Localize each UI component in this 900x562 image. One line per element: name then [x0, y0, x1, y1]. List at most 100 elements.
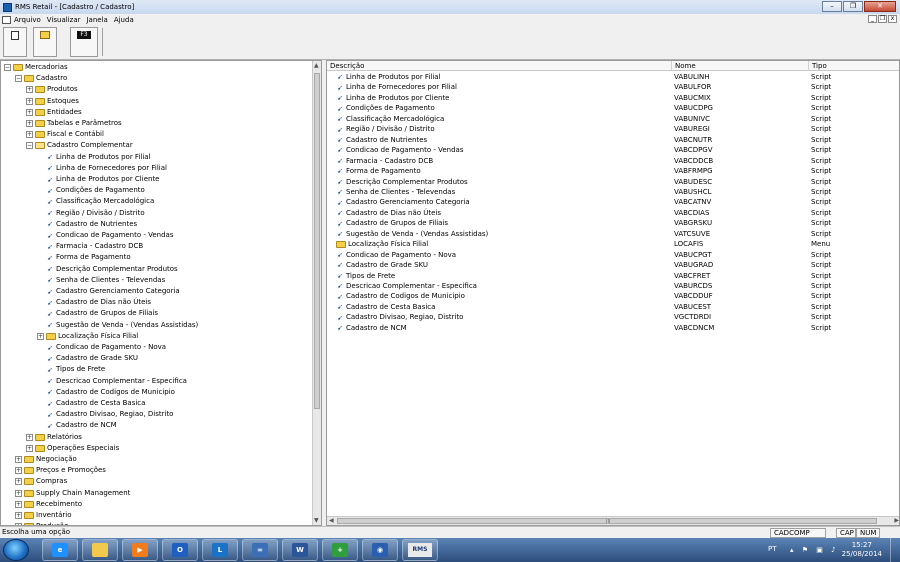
tree-node[interactable]: + Estoques	[26, 96, 79, 107]
scroll-right-icon[interactable]: ▶	[894, 517, 899, 524]
mdi-restore-button[interactable]: ❐	[878, 15, 887, 23]
taskbar-button[interactable]: W	[282, 539, 318, 561]
expander-icon[interactable]: −	[15, 75, 22, 83]
tree-node[interactable]: Cadastro de Grupos de Filiais	[37, 308, 158, 319]
list-item[interactable]: Cadastro de Grade SKU VABUGRAD Script	[327, 260, 899, 271]
tree-node[interactable]: + Localização Física Filial	[37, 331, 138, 342]
tree-node[interactable]: Cadastro Divisao, Regiao, Distrito	[37, 409, 173, 420]
column-nome[interactable]: Nome	[672, 61, 809, 71]
taskbar-button[interactable]: O	[162, 539, 198, 561]
column-tipo[interactable]: Tipo	[809, 61, 899, 71]
mdi-minimize-button[interactable]: _	[868, 15, 877, 23]
tree-node[interactable]: − Mercadorias	[4, 62, 68, 73]
tree-node[interactable]: Cadastro de Dias não Úteis	[37, 297, 151, 308]
taskbar-button[interactable]: ∞	[242, 539, 278, 561]
tree-node[interactable]: Farmacia - Cadastro DCB	[37, 241, 143, 252]
tree-vertical-scrollbar[interactable]: ▲ ▼	[312, 61, 321, 525]
tree-node[interactable]: + Produtos	[26, 84, 78, 95]
expander-icon[interactable]: +	[26, 444, 33, 452]
list-item[interactable]: Linha de Produtos por Cliente VABUCMIX Scr…	[327, 93, 899, 104]
expander-icon[interactable]: +	[15, 500, 22, 508]
items-list-view[interactable]: Descrição Nome Tipo Linha de Produtos po…	[326, 60, 900, 526]
tree-node[interactable]: Cadastro de Codigos de Municipio	[37, 387, 175, 398]
expander-icon[interactable]: +	[15, 456, 22, 463]
scroll-up-icon[interactable]: ▲	[314, 62, 319, 69]
document-menu-icon[interactable]	[2, 15, 11, 24]
taskbar-button[interactable]: ▶	[122, 539, 158, 561]
tree-node[interactable]: + Entidades	[26, 107, 82, 118]
list-item[interactable]: Condições de Pagamento VABUCDPG Script	[327, 103, 899, 114]
list-item[interactable]: Localização Física Filial LOCAFIS Menu	[327, 239, 899, 250]
tree-node[interactable]: + Negociação	[15, 454, 77, 465]
expander-icon[interactable]: +	[26, 97, 33, 105]
list-item[interactable]: Cadastro de Dias não Úteis VABCDIAS Script	[327, 208, 899, 219]
list-item[interactable]: Cadastro de Cesta Basica VABUCEST Script	[327, 302, 899, 313]
taskbar-button[interactable]: L	[202, 539, 238, 561]
minimize-button[interactable]: –	[822, 1, 842, 12]
clock[interactable]: 15:27 25/08/2014	[842, 541, 882, 559]
tree-node[interactable]: Condicao de Pagamento - Vendas	[37, 230, 173, 241]
tree-node[interactable]: Cadastro de Grade SKU	[37, 353, 138, 364]
list-item[interactable]: Cadastro Divisao, Regiao, Distrito VGCTDR…	[327, 312, 899, 323]
list-item[interactable]: Cadastro de Grupos de Filiais VABGRSKU Scr…	[327, 218, 899, 229]
list-item[interactable]: Classificação Mercadológica VABUNIVC Scrip…	[327, 114, 899, 125]
tree-node[interactable]: − Cadastro	[15, 73, 67, 84]
list-item[interactable]: Descricao Complementar - Especifica VABUR…	[327, 281, 899, 292]
tree-node[interactable]: Cadastro de Cesta Basica	[37, 398, 145, 409]
expander-icon[interactable]: +	[37, 332, 44, 340]
mdi-close-button[interactable]: x	[888, 15, 897, 23]
expander-icon[interactable]: +	[15, 489, 22, 497]
tree-node[interactable]: + Preços e Promoções	[15, 465, 106, 476]
tree-node[interactable]: + Fiscal e Contábil	[26, 129, 104, 140]
tree-node[interactable]: + Compras	[15, 476, 67, 487]
expander-icon[interactable]: +	[15, 467, 22, 475]
tree-node[interactable]: + Operações Especiais	[26, 443, 119, 454]
taskbar-button[interactable]: ◉	[362, 539, 398, 561]
expander-icon[interactable]: −	[26, 142, 33, 150]
tree-node[interactable]: + Recebimento	[15, 499, 82, 510]
scroll-thumb[interactable]	[314, 73, 320, 409]
tree-node[interactable]: Senha de Clientes - Televendas	[37, 275, 165, 286]
tree-node[interactable]: Linha de Produtos por Cliente	[37, 174, 160, 185]
list-item[interactable]: Farmacia - Cadastro DCB VABCDDCB Script	[327, 156, 899, 167]
show-desktop-button[interactable]	[890, 538, 900, 562]
tree-node[interactable]: Linha de Fornecedores por Filial	[37, 163, 167, 174]
expander-icon[interactable]: −	[4, 64, 11, 71]
taskbar-button[interactable]: RMS	[402, 539, 438, 561]
menu-visualizar[interactable]: Visualizar	[47, 16, 81, 24]
list-item[interactable]: Descrição Complementar Produtos VABUDESC S…	[327, 177, 899, 188]
expander-icon[interactable]: +	[26, 433, 33, 441]
list-item[interactable]: Cadastro de Codigos de Municipio VABCDDUF…	[327, 291, 899, 302]
list-item[interactable]: Sugestão de Venda - (Vendas Assistidas) V…	[327, 229, 899, 240]
list-horizontal-scrollbar[interactable]: ◀ III ▶	[327, 516, 899, 525]
list-item[interactable]: Senha de Clientes - Televendas VABUSHCL Sc…	[327, 187, 899, 198]
tree-node[interactable]: + Inventário	[15, 510, 72, 521]
menu-ajuda[interactable]: Ajuda	[114, 16, 134, 24]
tree-node[interactable]: Descrição Complementar Produtos	[37, 264, 178, 275]
list-item[interactable]: Forma de Pagamento VABFRMPG Script	[327, 166, 899, 177]
list-item[interactable]: Linha de Produtos por Filial VABULINH Scri…	[327, 72, 899, 83]
taskbar-button[interactable]: +	[322, 539, 358, 561]
tree-node[interactable]: + Supply Chain Management	[15, 488, 130, 499]
new-button[interactable]	[3, 27, 27, 57]
restore-button[interactable]: ❐	[843, 1, 863, 12]
language-indicator[interactable]: PT	[768, 545, 777, 553]
tree-node[interactable]: + Relatórios	[26, 432, 82, 443]
tree-node[interactable]: Condicao de Pagamento - Nova	[37, 342, 166, 353]
tree-node[interactable]: + Tabelas e Parâmetros	[26, 118, 122, 129]
tree-node[interactable]: Condições de Pagamento	[37, 185, 145, 196]
taskbar-button[interactable]	[82, 539, 118, 561]
expander-icon[interactable]: +	[26, 86, 33, 94]
scroll-down-icon[interactable]: ▼	[314, 517, 319, 524]
menu-arquivo[interactable]: Arquivo	[14, 16, 41, 24]
scroll-left-icon[interactable]: ◀	[329, 517, 334, 524]
tree-node[interactable]: − Cadastro Complementar	[26, 140, 133, 151]
list-item[interactable]: Linha de Fornecedores por Filial VABULFOR…	[327, 82, 899, 93]
expander-icon[interactable]: +	[15, 512, 22, 519]
column-descricao[interactable]: Descrição	[327, 61, 672, 71]
hscroll-thumb[interactable]: III	[337, 518, 877, 525]
list-item[interactable]: Cadastro de Nutrientes VABCNUTR Script	[327, 135, 899, 146]
tree-node[interactable]: Descricao Complementar - Especifica	[37, 376, 187, 387]
menu-janela[interactable]: Janela	[86, 16, 107, 24]
navigation-tree[interactable]: − Mercadorias − Cadastro + Produtos + Estoques +…	[0, 60, 322, 526]
